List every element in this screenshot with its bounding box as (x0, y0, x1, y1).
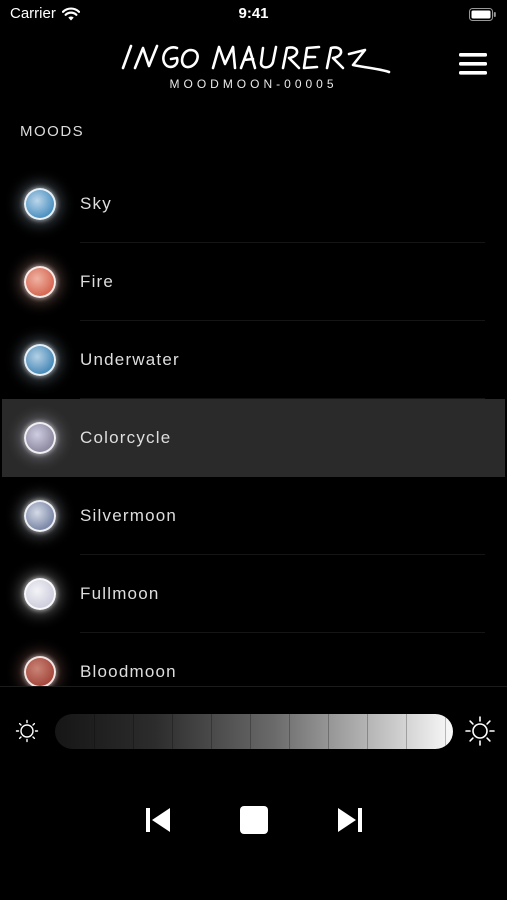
divider (0, 686, 507, 687)
brightness-slider[interactable] (55, 714, 453, 749)
device-serial: MOODMOON-00005 (169, 77, 338, 91)
mood-orb-icon (24, 266, 56, 298)
slider-tick (289, 714, 290, 749)
hamburger-menu-icon[interactable] (459, 52, 487, 76)
sun-large-icon (464, 715, 496, 752)
slider-tick (94, 714, 95, 749)
slider-tick (367, 714, 368, 749)
sun-small-icon (14, 718, 40, 749)
mood-orb-icon (24, 344, 56, 376)
skip-back-icon[interactable] (138, 798, 178, 842)
mood-item-silvermoon[interactable]: Silvermoon (0, 477, 507, 555)
mood-label: Sky (80, 194, 112, 213)
skip-forward-icon[interactable] (330, 798, 370, 842)
app-header: MOODMOON-00005 (0, 30, 507, 100)
mood-item-fire[interactable]: Fire (0, 243, 507, 321)
status-time: 9:41 (238, 5, 269, 22)
mood-item-sky[interactable]: Sky (0, 165, 507, 243)
slider-tick (250, 714, 251, 749)
mood-label: Silvermoon (80, 506, 178, 525)
slider-tick (328, 714, 329, 749)
mood-label: Fullmoon (80, 584, 160, 603)
mood-orb-icon (24, 656, 56, 687)
slider-tick (211, 714, 212, 749)
mood-orb-icon (24, 500, 56, 532)
status-bar: Carrier 9:41 (0, 0, 507, 30)
mood-label: Underwater (80, 350, 180, 369)
mood-list[interactable]: Sky Fire Underwater Colorcycle Silvermoon Ful… (0, 165, 507, 687)
mood-item-bloodmoon[interactable]: Bloodmoon (0, 633, 507, 687)
section-title: MOODS (20, 123, 85, 140)
stop-icon[interactable] (234, 798, 274, 842)
brightness-control (0, 708, 507, 754)
brand-logo (113, 38, 393, 78)
mood-label: Fire (80, 272, 115, 291)
mood-item-fullmoon[interactable]: Fullmoon (0, 555, 507, 633)
slider-tick (445, 714, 446, 749)
playback-controls (0, 798, 507, 842)
mood-orb-icon (24, 578, 56, 610)
battery-icon (469, 8, 497, 26)
slider-tick (172, 714, 173, 749)
mood-orb-icon (24, 188, 56, 220)
mood-item-colorcycle[interactable]: Colorcycle (2, 399, 505, 477)
mood-label: Colorcycle (80, 428, 172, 447)
mood-orb-icon (24, 422, 56, 454)
slider-tick (133, 714, 134, 749)
mood-item-underwater[interactable]: Underwater (0, 321, 507, 399)
slider-tick (406, 714, 407, 749)
mood-label: Bloodmoon (80, 662, 177, 681)
